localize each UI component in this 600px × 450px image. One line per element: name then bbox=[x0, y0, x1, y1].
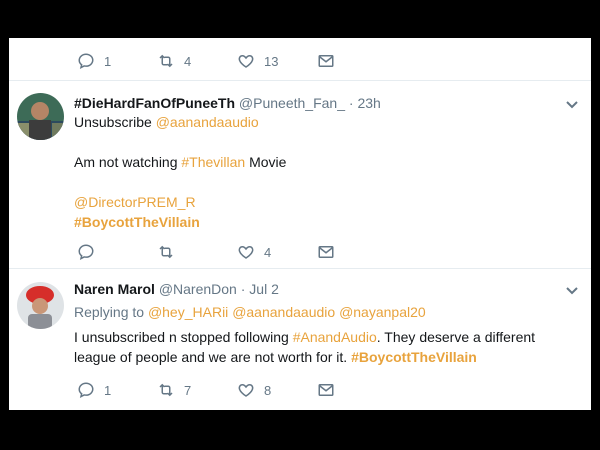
timestamp[interactable]: Jul 2 bbox=[249, 281, 279, 297]
like-count: 8 bbox=[264, 382, 272, 398]
chevron-down-icon[interactable] bbox=[565, 98, 579, 112]
retweet-icon bbox=[159, 383, 173, 397]
handle[interactable]: @Puneeth_Fan_ bbox=[239, 95, 345, 111]
hashtag-link[interactable]: #Thevillan bbox=[181, 154, 245, 170]
body-text: league of people and we are not worth fo… bbox=[74, 349, 348, 365]
separator: · bbox=[240, 281, 246, 297]
retweet-button[interactable]: 4 bbox=[157, 46, 191, 76]
tweet-header: #DieHardFanOfPuneeTh @Puneeth_Fan_ · 23h bbox=[74, 95, 381, 111]
reply-button[interactable]: 1 bbox=[77, 375, 111, 405]
tweet-text-line: Unsubscribe @aanandaaudio bbox=[74, 114, 259, 130]
body-text: I unsubscribed n stopped following bbox=[74, 329, 289, 345]
message-button[interactable] bbox=[317, 237, 335, 267]
tweet-header: Naren Marol @NarenDon · Jul 2 bbox=[74, 281, 279, 297]
heart-icon bbox=[238, 54, 254, 68]
chevron-down-icon[interactable] bbox=[565, 284, 579, 298]
body-text: Am not watching bbox=[74, 154, 178, 170]
mention-link[interactable]: @nayanpal20 bbox=[339, 304, 426, 320]
top-tweet-actions: 1 4 13 bbox=[9, 46, 591, 76]
like-count: 4 bbox=[264, 244, 272, 260]
reply-button[interactable]: 1 bbox=[77, 46, 111, 76]
retweet-icon bbox=[159, 54, 173, 68]
envelope-icon bbox=[318, 246, 334, 258]
retweet-icon bbox=[159, 245, 173, 259]
reply-count: 1 bbox=[104, 53, 112, 69]
tweet-text-line: I unsubscribed n stopped following #Anan… bbox=[74, 329, 535, 345]
timestamp[interactable]: 23h bbox=[357, 95, 380, 111]
like-button[interactable]: 13 bbox=[237, 46, 278, 76]
like-button[interactable]: 4 bbox=[237, 237, 271, 267]
reply-icon bbox=[78, 53, 94, 70]
avatar[interactable] bbox=[17, 282, 64, 329]
display-name[interactable]: Naren Marol bbox=[74, 281, 155, 297]
retweet-button[interactable]: 7 bbox=[157, 375, 191, 405]
reply-icon bbox=[78, 244, 94, 261]
heart-icon bbox=[238, 245, 254, 259]
body-text-end: Movie bbox=[249, 154, 287, 170]
envelope-icon bbox=[318, 384, 334, 396]
reply-count: 1 bbox=[104, 382, 112, 398]
retweet-count: 7 bbox=[184, 382, 192, 398]
hashtag-link[interactable]: #AnandAudio bbox=[293, 329, 377, 345]
reply-button[interactable] bbox=[77, 237, 104, 267]
tweet-actions: 4 bbox=[9, 237, 591, 267]
separator: · bbox=[348, 95, 354, 111]
hashtag-link[interactable]: #BoycottTheVillain bbox=[351, 349, 477, 365]
envelope-icon bbox=[318, 55, 334, 67]
tweet-actions: 1 7 8 bbox=[9, 375, 591, 405]
tweet-feed: 1 4 13 #DieHardFanOfPuneeTh @Puneeth_Fan… bbox=[9, 38, 591, 410]
handle[interactable]: @NarenDon bbox=[159, 281, 237, 297]
display-name[interactable]: #DieHardFanOfPuneeTh bbox=[74, 95, 235, 111]
mention-link[interactable]: @aanandaaudio bbox=[232, 304, 335, 320]
reply-icon bbox=[78, 382, 94, 399]
mention-link[interactable]: @hey_HARii bbox=[148, 304, 228, 320]
message-button[interactable] bbox=[317, 46, 335, 76]
tweet-text-line: league of people and we are not worth fo… bbox=[74, 349, 477, 365]
unsubscribe-text: Unsubscribe bbox=[74, 114, 152, 130]
hashtag-link[interactable]: #BoycottTheVillain bbox=[74, 214, 200, 230]
tweet-item[interactable]: Naren Marol @NarenDon · Jul 2 Replying t… bbox=[9, 268, 591, 410]
tweet-text-line: Am not watching #Thevillan Movie bbox=[74, 154, 286, 170]
retweet-count: 4 bbox=[184, 53, 192, 69]
message-button[interactable] bbox=[317, 375, 335, 405]
avatar-image bbox=[17, 282, 64, 329]
avatar-image bbox=[17, 93, 64, 140]
retweet-button[interactable] bbox=[157, 237, 184, 267]
body-text: . They deserve a different bbox=[376, 329, 536, 345]
replying-to-label: Replying to bbox=[74, 304, 145, 320]
mention-link[interactable]: @DirectorPREM_R bbox=[74, 194, 196, 210]
like-button[interactable]: 8 bbox=[237, 375, 271, 405]
mention-link[interactable]: @aanandaaudio bbox=[156, 114, 259, 130]
replying-to-line: Replying to @hey_HARii @aanandaaudio @na… bbox=[74, 304, 426, 320]
like-count: 13 bbox=[264, 53, 279, 69]
avatar[interactable] bbox=[17, 93, 64, 140]
heart-icon bbox=[238, 383, 254, 397]
tweet-item[interactable]: #DieHardFanOfPuneeTh @Puneeth_Fan_ · 23h… bbox=[9, 80, 591, 269]
